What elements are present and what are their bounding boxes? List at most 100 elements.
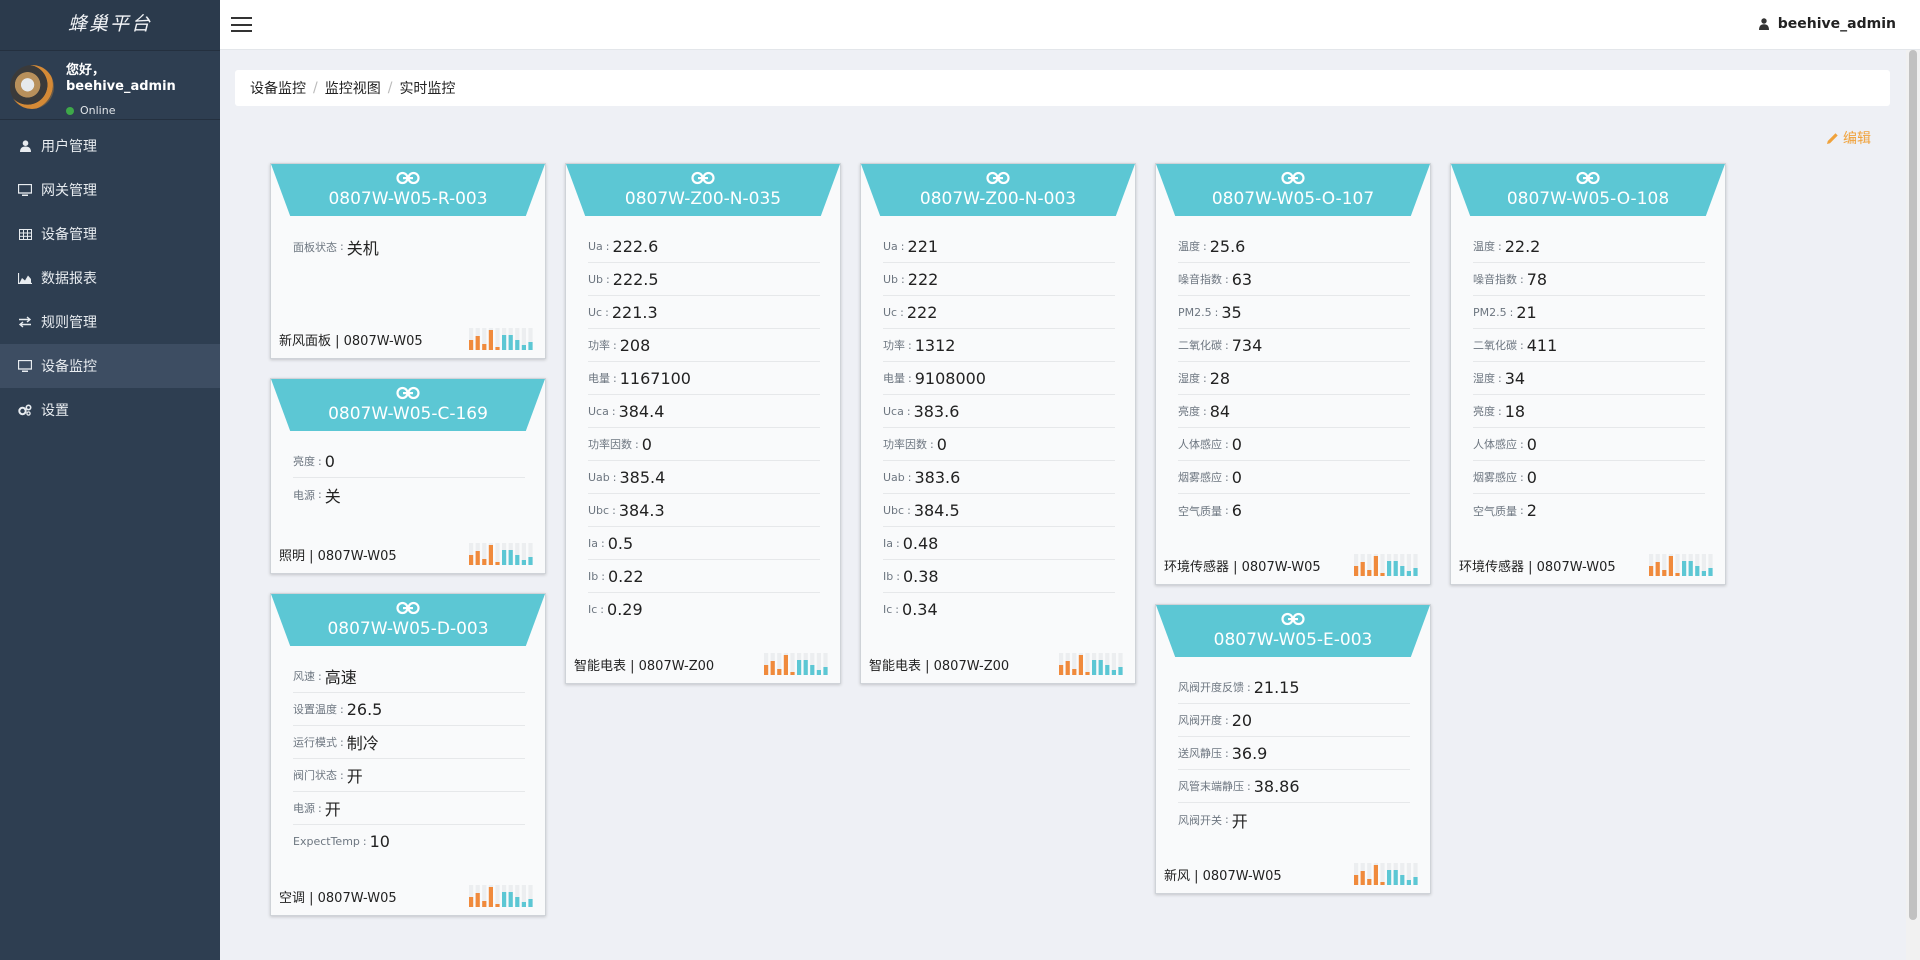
metric-row: 温度:25.6 xyxy=(1178,230,1410,263)
scrollbar-thumb[interactable] xyxy=(1909,50,1917,920)
link-icon xyxy=(691,171,715,185)
metric-value: 26.5 xyxy=(346,699,383,719)
metric-row: Ia:0.48 xyxy=(883,527,1115,560)
metric-value: 411 xyxy=(1526,335,1558,355)
device-type-label: 智能电表 | 0807W-Z00 xyxy=(574,658,715,674)
metric-row: 面板状态: 关机 xyxy=(293,230,525,263)
sidebar-item-label: 网关管理 xyxy=(41,183,97,199)
metric-separator: : xyxy=(612,470,617,484)
metric-separator: : xyxy=(895,603,900,616)
card-body: 风阀开度反馈:21.15 风阀开度:20 送风静压:36.9 风管末端静压:38.86… xyxy=(1156,671,1430,836)
metric-label: 运行模式 xyxy=(293,736,337,749)
metric-separator: : xyxy=(1520,338,1524,352)
metric-row: 运行模式: 制冷 xyxy=(293,726,525,759)
hamburger-menu-icon[interactable] xyxy=(231,17,252,32)
metric-row: Ic:0.34 xyxy=(883,593,1115,626)
sidebar-item-monitoring[interactable]: 设备监控 xyxy=(0,344,220,388)
top-bar: beehive_admin xyxy=(220,0,1920,50)
device-card[interactable]: 0807W-W05-O-108 温度:22.2 噪音指数:78 PM2.5:21 二氧化… xyxy=(1450,163,1726,585)
metric-row: 风速: 高速 xyxy=(293,660,525,693)
table-icon xyxy=(18,228,32,240)
mini-bar-chart-icon[interactable] xyxy=(467,328,537,350)
mini-bar-chart-icon[interactable] xyxy=(1057,653,1127,675)
metric-label: 亮度 xyxy=(293,455,315,468)
metric-label: Uab xyxy=(588,470,610,484)
device-card[interactable]: 0807W-Z00-N-035 Ua:222.6 Ub:222.5 Uc:221.3 功… xyxy=(565,163,841,684)
user-menu[interactable]: beehive_admin xyxy=(1758,16,1896,32)
metric-value: 6 xyxy=(1231,501,1242,520)
card-body: 温度:25.6 噪音指数:63 PM2.5:35 二氧化碳:734 湿度:28 亮度:84… xyxy=(1156,230,1430,527)
metric-label: 风管末端静压 xyxy=(1178,780,1244,793)
exchange-icon xyxy=(18,316,32,328)
breadcrumb-item[interactable]: 监控视图 xyxy=(325,78,381,98)
mini-bar-chart-icon[interactable] xyxy=(467,543,537,565)
metric-label: Ic xyxy=(883,603,893,616)
metric-value: 222 xyxy=(907,269,939,289)
device-type-label: 新风 | 0807W-W05 xyxy=(1164,868,1282,884)
device-type-label: 智能电表 | 0807W-Z00 xyxy=(869,658,1010,674)
device-card[interactable]: 0807W-W05-C-169 亮度:0 电源: 关照明 | 0807W-W05 xyxy=(270,378,546,574)
user-icon xyxy=(18,140,32,152)
sidebar-item-users[interactable]: 用户管理 xyxy=(0,124,220,168)
metric-row: ExpectTemp:10 xyxy=(293,825,525,858)
sidebar-item-settings[interactable]: 设置 xyxy=(0,388,220,432)
card-header: 0807W-W05-E-003 xyxy=(1156,605,1430,657)
sidebar-item-rules[interactable]: 规则管理 xyxy=(0,300,220,344)
metric-label: 烟雾感应 xyxy=(1473,471,1517,484)
metric-value: 78 xyxy=(1526,269,1548,289)
metric-row: 阀门状态: 开 xyxy=(293,759,525,792)
breadcrumb: 设备监控 / 监控视图 / 实时监控 xyxy=(235,70,1890,106)
gears-icon xyxy=(18,404,32,416)
metric-value: 关机 xyxy=(346,238,379,258)
breadcrumb-item[interactable]: 设备监控 xyxy=(250,78,306,98)
metric-label: Ib xyxy=(588,569,599,583)
sidebar-item-label: 设置 xyxy=(41,403,69,419)
metric-label: 电源 xyxy=(293,488,315,502)
card-body: 温度:22.2 噪音指数:78 PM2.5:21 二氧化碳:411 湿度:34 亮度:18… xyxy=(1451,230,1725,527)
metric-value: 34 xyxy=(1504,368,1526,388)
metric-separator: : xyxy=(906,404,911,418)
device-card[interactable]: 0807W-Z00-N-003 Ua:221 Ub:222 Uc:222 功率:1312… xyxy=(860,163,1136,684)
sidebar-item-devices[interactable]: 设备管理 xyxy=(0,212,220,256)
metric-separator: : xyxy=(318,454,322,468)
metric-separator: : xyxy=(896,536,900,550)
metric-row: 电源: 开 xyxy=(293,792,525,825)
metric-row: PM2.5:21 xyxy=(1473,296,1705,329)
mini-bar-chart-icon[interactable] xyxy=(1352,863,1422,885)
sidebar-item-label: 用户管理 xyxy=(41,139,97,155)
device-title: 0807W-Z00-N-035 xyxy=(624,189,782,209)
metric-separator: : xyxy=(605,305,609,319)
device-card[interactable]: 0807W-W05-E-003 风阀开度反馈:21.15 风阀开度:20 送风静压:3… xyxy=(1155,604,1431,894)
mini-bar-chart-icon[interactable] xyxy=(467,885,537,907)
card-body: 风速: 高速 设置温度:26.5 运行模式: 制冷 阀门状态: 开电源: 开 ExpectTem… xyxy=(271,660,545,858)
metric-value: 84 xyxy=(1209,401,1231,421)
device-title: 0807W-W05-D-003 xyxy=(327,619,489,639)
sidebar-item-gateways[interactable]: 网关管理 xyxy=(0,168,220,212)
link-icon xyxy=(1281,171,1305,185)
metric-value: 35 xyxy=(1221,302,1242,322)
edit-label: 编辑 xyxy=(1843,131,1871,147)
device-type-label: 环境传感器 | 0807W-W05 xyxy=(1164,559,1321,575)
device-card[interactable]: 0807W-W05-O-107 温度:25.6 噪音指数:63 PM2.5:35 二氧化… xyxy=(1155,163,1431,585)
metric-separator: : xyxy=(1214,305,1219,319)
mini-bar-chart-icon[interactable] xyxy=(1647,554,1717,576)
metric-value: 20 xyxy=(1231,710,1253,730)
metric-value: 0 xyxy=(936,434,947,454)
card-body: Ua:221 Ub:222 Uc:222 功率:1312 电量:9108000 Uca:3… xyxy=(861,230,1135,626)
metric-row: 送风静压:36.9 xyxy=(1178,737,1410,770)
sidebar-item-reports[interactable]: 数据报表 xyxy=(0,256,220,300)
metric-separator: : xyxy=(1225,713,1229,727)
edit-button[interactable]: 编辑 xyxy=(1826,128,1871,148)
sidebar-item-label: 数据报表 xyxy=(41,271,97,287)
metric-value: 222.5 xyxy=(612,269,659,289)
metric-row: 风阀开度:20 xyxy=(1178,704,1410,737)
mini-bar-chart-icon[interactable] xyxy=(762,653,832,675)
device-card[interactable]: 0807W-W05-R-003 面板状态: 关机 新风面板 | 0807W-W05 xyxy=(270,163,546,359)
metric-separator: : xyxy=(613,338,617,352)
mini-bar-chart-icon[interactable] xyxy=(1352,554,1422,576)
device-card[interactable]: 0807W-W05-D-003 风速: 高速 设置温度:26.5 运行模式: 制冷 阀门状态… xyxy=(270,593,546,916)
device-title: 0807W-Z00-N-003 xyxy=(919,189,1077,209)
metric-separator: : xyxy=(340,240,344,253)
metric-separator: : xyxy=(606,272,610,286)
sidebar: 蜂巢平台 您好， beehive_admin Online 用户管理 网关管理 xyxy=(0,0,220,960)
